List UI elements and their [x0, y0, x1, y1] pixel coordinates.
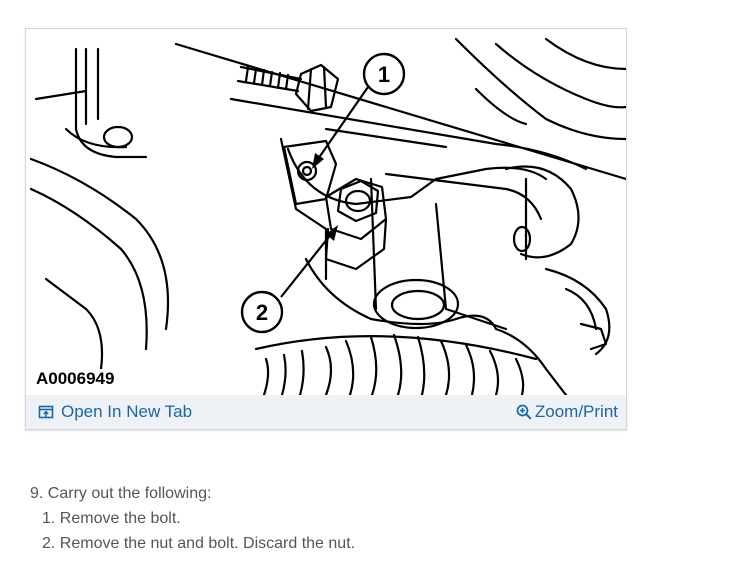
zoom-print-label: Zoom/Print — [534, 402, 618, 421]
step-9: 9. Carry out the following: — [30, 481, 355, 506]
figure-id-label: A0006949 — [33, 369, 118, 389]
substep-text: Remove the bolt. — [59, 510, 181, 527]
substep-text: Remove the nut and bolt. Discard the nut… — [59, 535, 356, 552]
callout-1: 1 — [312, 52, 406, 169]
substep-number: 2. — [42, 535, 56, 552]
callout-2-label: 2 — [256, 300, 268, 325]
callout-1-label: 1 — [378, 62, 390, 87]
mechanical-illustration: 1 2 A0006949 — [26, 29, 626, 395]
substep-1: 1. Remove the bolt. — [42, 506, 355, 531]
figure-card: 1 2 A0006949 Open In New Tab Zoom/Print — [25, 28, 627, 430]
zoom-in-icon — [516, 404, 532, 420]
open-in-new-tab-icon — [38, 405, 54, 419]
substep-number: 1. — [42, 510, 56, 527]
figure-toolbar: Open In New Tab Zoom/Print — [26, 395, 626, 429]
line-drawing: 1 2 — [29, 37, 626, 395]
zoom-print-link[interactable]: Zoom/Print — [516, 395, 618, 429]
step-text: Carry out the following: — [47, 485, 212, 502]
open-in-new-tab-label: Open In New Tab — [61, 402, 193, 421]
callout-2: 2 — [240, 225, 338, 334]
instructions: 9. Carry out the following: 1. Remove th… — [30, 481, 355, 556]
open-in-new-tab-link[interactable]: Open In New Tab — [38, 395, 192, 429]
substep-2: 2. Remove the nut and bolt. Discard the … — [42, 531, 355, 556]
step-number: 9. — [30, 485, 44, 502]
